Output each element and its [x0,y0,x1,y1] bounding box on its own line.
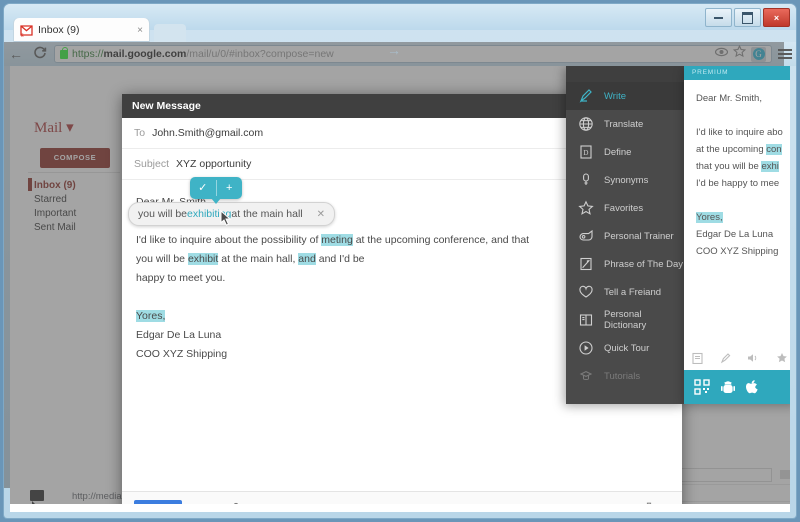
tool-label: Quick Tour [604,342,650,354]
speaker-icon[interactable] [747,352,759,367]
preview-tool-row [684,348,790,370]
dictionary-icon: D [576,142,596,162]
tool-item-synonyms[interactable]: Synonyms [566,166,684,194]
plus-icon[interactable]: + [217,179,243,198]
clipboard-icon[interactable] [692,352,703,367]
preview-line: COO XYZ Shipping [696,246,779,257]
premium-badge: PREMIUM [684,66,790,80]
preview-line: Dear Mr. Smith, [696,93,762,104]
suggestion-suffix: at the main hall [231,207,303,220]
tab-close-icon[interactable]: × [133,25,143,36]
tool-item-favorites[interactable]: Favorites [566,194,684,222]
tool-item-personal-trainer[interactable]: Personal Trainer [566,222,684,250]
error-highlight-yores[interactable]: Yores, [136,310,166,322]
svg-text:D: D [583,149,588,157]
error-highlight-exhibit[interactable]: exhibit [187,253,219,265]
tool-label: Personal Dictionary [604,309,647,331]
compose-title: New Message [132,100,201,112]
preview-line: I'd like to inquire abo [696,127,783,138]
tool-item-personal-dictionary[interactable]: Personal Dictionary [566,306,684,334]
android-icon[interactable] [721,380,735,395]
new-tab-button[interactable] [154,24,186,42]
tool-label: Personal Trainer [604,230,674,242]
tool-item-quick-tour[interactable]: Quick Tour [566,334,684,362]
premium-preview-panel: PREMIUM Dear Mr. Smith, I'd like to inqu… [684,66,790,404]
graduation-icon [576,366,596,386]
star-icon [576,198,596,218]
tool-item-define[interactable]: D Define [566,138,684,166]
subject-label: Subject [134,158,170,170]
note-icon [576,254,596,274]
globe-icon [576,114,596,134]
lock-icon [60,46,68,59]
checkmark-icon[interactable]: ✓ [190,179,216,198]
pen-write-icon [576,86,596,106]
preview-text: Dear Mr. Smith, I'd like to inquire abo … [684,80,790,260]
preview-line: Yores, [696,212,723,223]
tool-label: Phrase of The Day [604,258,684,270]
tab-strip: g Inbox (9) × [4,18,796,42]
preview-line: that you will be exhi [696,161,779,172]
tool-label: Translate [604,118,644,130]
whistle-icon [576,226,596,246]
heart-icon [576,282,596,302]
gmail-favicon: g [20,24,33,37]
tool-item-write[interactable]: Write [566,82,684,110]
apple-icon[interactable] [746,379,759,395]
preview-platform-row [684,370,790,404]
tool-label: Tell a Freiand [604,286,662,298]
error-highlight-meting[interactable]: meting [321,234,353,246]
browser-toolbar: ← → https://mail.google.com/mail/u/0/#in… [4,42,796,488]
browser-window: × g Inbox (9) × ← → https://mail.google.… [4,4,796,518]
qr-code-icon[interactable] [694,379,710,395]
tool-item-tutorials[interactable]: Tutorials [566,362,684,390]
preview-line: I'd be happy to mee [696,178,780,189]
page-viewport: Mail ▾ COMPOSE Inbox (9) Starred Importa… [10,66,790,512]
tool-label: Favorites [604,202,644,214]
close-icon[interactable]: ✕ [317,205,325,224]
thesaurus-icon [576,170,596,190]
tool-label: Synonyms [604,174,649,186]
to-label: To [134,127,146,139]
browser-tab-inbox[interactable]: g Inbox (9) × [14,18,149,42]
tool-item-phrase-of-the-day[interactable]: Phrase of The Day [566,250,684,278]
preview-line: at the upcoming con [696,144,782,155]
play-icon [576,338,596,358]
pen-icon[interactable] [720,352,731,367]
preview-line: Edgar De La Luna [696,229,774,240]
star-icon[interactable] [776,352,788,367]
tab-title: Inbox (9) [38,24,80,36]
browser-status-bar [10,504,790,512]
subject-value: XYZ opportunity [176,158,252,170]
tool-item-translate[interactable]: Translate [566,110,684,138]
suggestion-action-bubble: ✓ + [190,177,243,204]
tool-label: Write [604,90,626,102]
tool-label: Define [604,146,632,158]
tool-item-tell-a-friend[interactable]: Tell a Freiand [566,278,684,306]
suggestion-prefix: you will be [138,207,188,220]
tools-menu-header [566,66,684,82]
writing-tools-menu: Write Translate D Define Synonyms Favori… [566,66,684,404]
error-highlight-and[interactable]: and [298,253,316,265]
tool-label: Tutorials [604,370,641,382]
to-value: John.Smith@gmail.com [152,127,264,139]
book-icon [576,310,596,330]
